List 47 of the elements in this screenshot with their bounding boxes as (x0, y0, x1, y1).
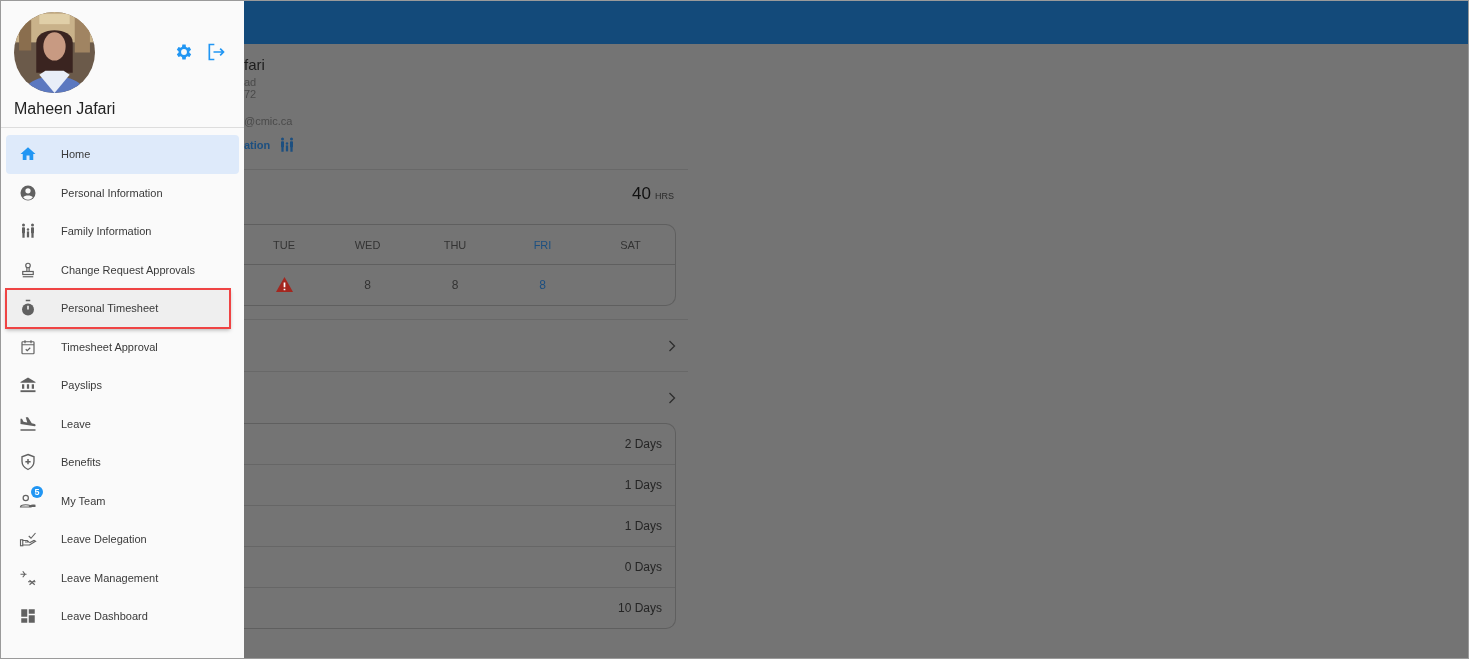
total-hours: 40 (632, 184, 651, 204)
stopwatch-icon (19, 299, 37, 318)
warning-icon (274, 276, 294, 293)
leave-balance: 1 Days (624, 519, 662, 533)
family-icon (19, 222, 37, 241)
bank-icon (19, 376, 37, 395)
weekday-label: THU (442, 238, 468, 251)
nav-item[interactable]: Home (6, 135, 239, 174)
employee-name: fari (244, 56, 266, 75)
calendar-check-icon (19, 337, 37, 356)
chevron-right-icon[interactable] (668, 391, 676, 404)
nav-item[interactable]: Change Request Approvals (6, 250, 239, 289)
plane-cross-icon (19, 568, 37, 587)
nav-item[interactable]: Personal Information (6, 173, 239, 212)
hand-check-icon (19, 530, 37, 549)
weekday-label: FRI (532, 238, 553, 251)
nav-item[interactable]: Leave Management (6, 558, 239, 597)
user-name: Maheen Jafari (14, 100, 116, 118)
plane-landing-icon (19, 414, 37, 433)
settings-icon[interactable] (174, 42, 194, 62)
weekday-label: WED (353, 238, 382, 251)
chevron-right-icon[interactable] (668, 339, 676, 352)
day-hours: 8 (539, 277, 546, 292)
nav-item[interactable]: Personal Timesheet (6, 289, 230, 328)
leave-balance: 0 Days (624, 560, 662, 574)
nav-item[interactable]: Payslips (6, 366, 239, 405)
logout-icon[interactable] (206, 42, 226, 62)
weekday-label: SAT (619, 238, 642, 251)
shield-plus-icon (19, 453, 37, 472)
leave-balance: 2 Days (624, 437, 662, 451)
day-hours: 8 (451, 277, 459, 292)
nav-item[interactable]: 5 My Team (6, 481, 239, 520)
day-hours: 8 (364, 277, 371, 292)
dashboard-icon (19, 607, 37, 626)
nav-item[interactable]: Leave Delegation (6, 520, 239, 559)
leave-balance: 10 Days (617, 601, 662, 615)
nav-item[interactable]: Benefits (6, 443, 239, 482)
nav-item[interactable]: Family Information (6, 212, 239, 251)
hours-unit: HRS (655, 191, 674, 201)
count-badge: 5 (31, 485, 43, 498)
weekday-label: TUE (272, 238, 296, 251)
nav-item[interactable]: Leave (6, 404, 239, 443)
stamp-icon (19, 260, 37, 279)
person-circle-icon (19, 183, 37, 202)
nav-item[interactable]: Leave Dashboard (6, 597, 239, 636)
leave-balance: 1 Days (624, 478, 662, 492)
nav-item[interactable]: Timesheet Approval (6, 327, 239, 366)
